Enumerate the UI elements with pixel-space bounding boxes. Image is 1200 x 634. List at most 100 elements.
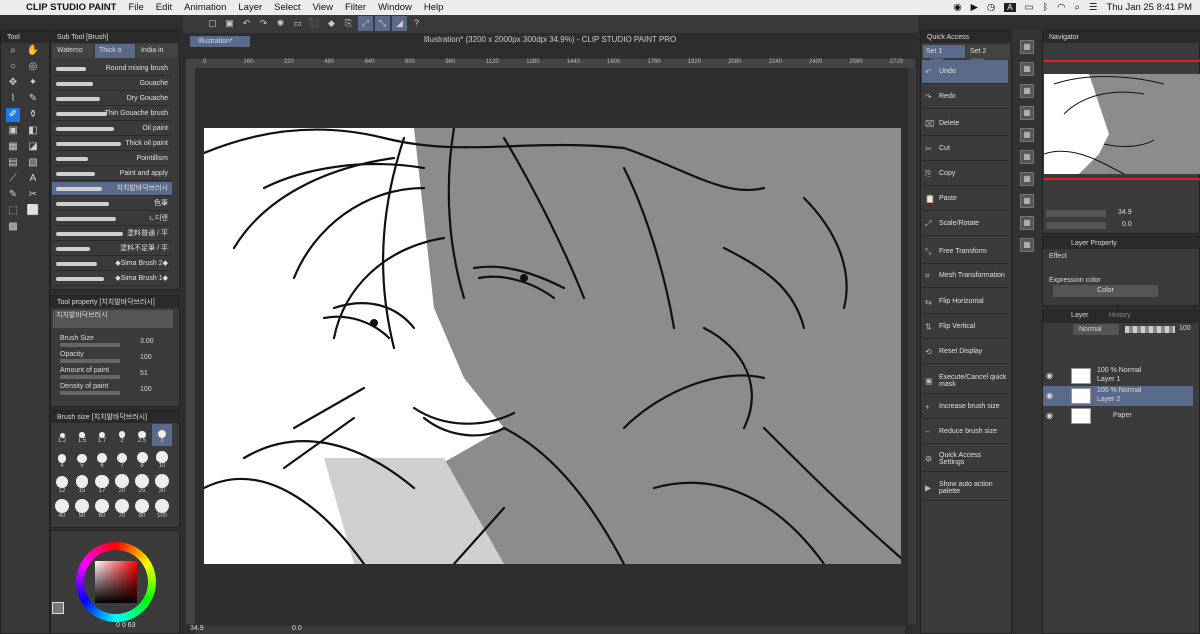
quick-access-item[interactable]: ⎘ Copy	[922, 162, 1008, 186]
command-bar-button[interactable]: ◢	[392, 16, 407, 31]
brush-size-option[interactable]: 8	[132, 449, 152, 471]
brush-size-option[interactable]: 17	[92, 474, 112, 496]
set-1-tab[interactable]: Set 1	[923, 45, 965, 58]
subtool-tab-thick[interactable]: Thick o	[95, 44, 135, 58]
saturation-square[interactable]	[95, 561, 137, 603]
brush-size-option[interactable]: 30	[152, 474, 172, 496]
brush-size-option[interactable]: 60	[92, 499, 112, 521]
brush-item[interactable]: 塗料普通 / 平	[52, 227, 172, 241]
command-bar-button[interactable]: ⬛	[307, 16, 322, 31]
command-bar-button[interactable]: ↷	[256, 16, 271, 31]
line-tool-icon[interactable]: ⟋	[6, 172, 20, 186]
menu-view[interactable]: View	[313, 2, 333, 13]
brush-item[interactable]: Thick oil paint	[52, 137, 172, 151]
airbrush-tool-icon[interactable]: ⚱	[26, 108, 40, 122]
quick-access-item[interactable]: ↶ Undo	[922, 60, 1008, 84]
command-bar-button[interactable]: ✺	[273, 16, 288, 31]
rotate-slider[interactable]	[1046, 222, 1106, 229]
command-bar-button[interactable]: ↶	[239, 16, 254, 31]
play-icon[interactable]: ▶	[971, 2, 978, 13]
eye-icon[interactable]: ◉	[1046, 371, 1053, 380]
brush-item[interactable]: Thin Gouache brush	[52, 107, 172, 121]
brush-size-option[interactable]: 100	[152, 499, 172, 521]
main-color-swatch[interactable]	[52, 602, 64, 614]
brush-item[interactable]: Oil paint	[52, 122, 172, 136]
brush-size-option[interactable]: 1.2	[52, 424, 72, 446]
command-bar-button[interactable]: ◆	[324, 16, 339, 31]
property-slider[interactable]	[60, 359, 120, 363]
property-slider[interactable]	[60, 391, 120, 395]
menu-select[interactable]: Select	[274, 2, 300, 13]
document-tab[interactable]: Illustration*	[190, 36, 250, 47]
layer-row[interactable]: ◉ 100 % Normal Layer 2	[1043, 386, 1193, 406]
menu-file[interactable]: File	[128, 2, 143, 13]
quick-access-item[interactable]: ⌧ Delete	[922, 112, 1008, 136]
brush-size-option[interactable]: 70	[112, 499, 132, 521]
opacity-slider[interactable]	[1125, 326, 1175, 333]
set-2-tab[interactable]: Set 2	[967, 45, 1009, 58]
quick-access-item[interactable]: + Increase brush size	[922, 395, 1008, 419]
quick-access-item[interactable]: ⟲ Reset Display	[922, 340, 1008, 364]
blend-tool-icon[interactable]: ◧	[26, 124, 40, 138]
dock-palette-icon[interactable]: ▦	[1020, 40, 1034, 54]
dock-palette-icon[interactable]: ▦	[1020, 172, 1034, 186]
brush-item[interactable]: ◆Sima Brush 1◆	[52, 272, 172, 286]
brush-item[interactable]: Round mixing brush	[52, 62, 172, 76]
command-bar-button[interactable]: ▣	[222, 16, 237, 31]
fill-tool-icon[interactable]: ▣	[6, 124, 20, 138]
layer-row[interactable]: ◉ 100 % Normal Layer 1	[1043, 366, 1193, 386]
command-bar-button[interactable]: ?	[409, 16, 424, 31]
brush-item[interactable]: ◆Sima Brush 2◆	[52, 257, 172, 271]
brush-size-option[interactable]: 10	[152, 449, 172, 471]
quick-access-item[interactable]: ⌗ Mesh Transformation	[922, 264, 1008, 288]
quick-access-item[interactable]: − Reduce brush size	[922, 420, 1008, 444]
dock-palette-icon[interactable]: ▦	[1020, 238, 1034, 252]
figure-tool-icon[interactable]: ◪	[26, 140, 40, 154]
brush-tool-icon[interactable]: ✐	[6, 108, 20, 122]
search-icon[interactable]: ⌕	[1075, 2, 1080, 13]
brush-size-option[interactable]: 25	[132, 474, 152, 496]
quick-access-item[interactable]: ▣ Execute/Cancel quick mask	[922, 368, 1008, 394]
dock-palette-icon[interactable]: ▦	[1020, 106, 1034, 120]
brush-size-option[interactable]: 12	[52, 474, 72, 496]
balloon-tool-icon[interactable]: ✎	[6, 188, 20, 202]
transparent-color-icon[interactable]: ▩	[6, 220, 20, 234]
quick-access-item[interactable]: ↷ Redo	[922, 85, 1008, 109]
zoom-slider[interactable]	[1046, 210, 1106, 217]
quick-access-item[interactable]: ⤢ Scale/Rotate	[922, 212, 1008, 236]
auto-select-icon[interactable]: ✦	[26, 76, 40, 90]
history-tab[interactable]: History	[1109, 312, 1131, 319]
dock-palette-icon[interactable]: ▦	[1020, 62, 1034, 76]
brush-size-option[interactable]: 6	[92, 449, 112, 471]
wifi-icon[interactable]: ◠	[1057, 2, 1065, 13]
brush-size-option[interactable]: 5	[72, 449, 92, 471]
sub-color-icon[interactable]: ⬜	[26, 204, 40, 218]
brush-size-option[interactable]: 4	[52, 449, 72, 471]
pen-tool-icon[interactable]: ⌇	[6, 92, 20, 106]
dock-palette-icon[interactable]: ▦	[1020, 194, 1034, 208]
subtool-tab-india[interactable]: India in	[137, 44, 177, 58]
quick-access-item[interactable]: ⤡ Free Transform	[922, 240, 1008, 264]
eye-icon[interactable]: ◉	[1046, 411, 1053, 420]
brush-item[interactable]: Paint and apply	[52, 167, 172, 181]
zoom-tool-icon[interactable]: ⌕	[6, 44, 20, 58]
dock-palette-icon[interactable]: ▦	[1020, 216, 1034, 230]
status-circle-icon[interactable]: ◉	[953, 2, 961, 13]
subtool-tab-watercolor[interactable]: Waterco	[53, 44, 93, 58]
text-tool-icon[interactable]: A	[26, 172, 40, 186]
menu-edit[interactable]: Edit	[156, 2, 172, 13]
hand-tool-icon[interactable]: ✋	[26, 44, 40, 58]
eye-icon[interactable]: ◉	[1046, 391, 1053, 400]
brush-size-option[interactable]: 7	[112, 449, 132, 471]
menu-layer[interactable]: Layer	[238, 2, 262, 13]
brush-item[interactable]: Pointillism	[52, 152, 172, 166]
brush-size-option[interactable]: 1.7	[92, 424, 112, 446]
blend-mode-dropdown[interactable]: Normal	[1073, 324, 1119, 335]
quick-access-item[interactable]: ⇅ Flip Vertical	[922, 315, 1008, 339]
expression-color-dropdown[interactable]: Color	[1053, 285, 1158, 297]
clock-icon[interactable]: ◷	[987, 2, 995, 13]
property-slider[interactable]	[60, 375, 120, 379]
brush-size-option[interactable]: 2	[112, 424, 132, 446]
layer-tab[interactable]: Layer	[1071, 312, 1089, 319]
command-bar-button[interactable]: ▢	[205, 16, 220, 31]
